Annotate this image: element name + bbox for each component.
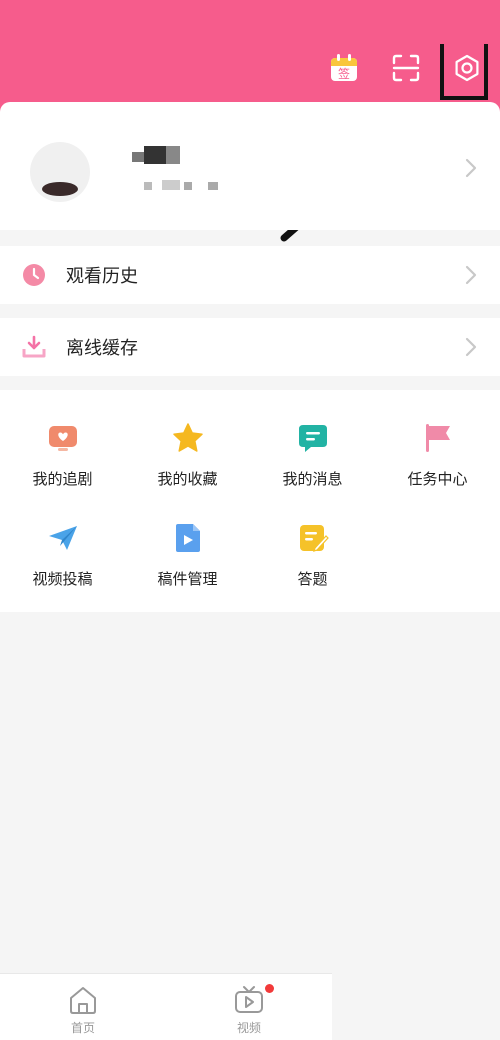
offline-cache-label: 离线缓存 [66,338,138,359]
scan-button[interactable] [390,52,422,84]
video-upload-label: 视频投稿 [32,570,93,588]
my-favorites-button[interactable]: 我的收藏 [125,392,250,488]
tab-video[interactable]: 视频 [166,974,332,1040]
tv-heart-icon [49,426,77,451]
message-icon [299,425,327,452]
my-messages-label: 我的消息 [282,470,343,488]
manuscript-management-label: 稿件管理 [157,570,218,588]
paper-plane-icon [49,526,77,550]
watch-history-row[interactable]: 观看历史 [0,246,500,304]
edit-note-icon [300,525,329,552]
chevron-right-icon [465,158,477,178]
home-icon [70,987,96,1014]
avatar[interactable] [30,142,90,202]
feature-grid: 我的追剧 我的收藏 我的消息 任务中心 视频投稿 稿件管理 答题 [0,390,500,612]
tab-home-label: 首页 [70,1021,95,1035]
flag-icon [426,424,450,452]
scan-icon [392,54,420,82]
video-file-icon [176,524,200,552]
tab-video-label: 视频 [236,1021,261,1035]
calendar-sign-in-icon: 签 [331,54,357,81]
video-upload-button[interactable]: 视频投稿 [0,492,125,588]
notification-badge [265,984,274,993]
manuscript-management-button[interactable]: 稿件管理 [125,492,250,588]
star-icon [173,423,203,452]
task-center-label: 任务中心 [407,470,468,488]
my-favorites-label: 我的收藏 [157,470,218,488]
my-series-button[interactable]: 我的追剧 [0,392,125,488]
watch-history-label: 观看历史 [66,266,138,287]
sign-in-button[interactable]: 签 [328,52,360,84]
download-icon [22,335,46,358]
tab-home[interactable]: 首页 [0,974,166,1040]
chevron-right-icon [465,265,477,285]
profile-card[interactable] [0,102,500,230]
my-series-label: 我的追剧 [32,470,93,488]
highlight-box [440,44,488,100]
sign-in-icon-text: 签 [338,66,350,81]
bottom-tab-bar: 首页 视频 [0,973,332,1040]
chevron-right-icon [465,337,477,357]
quiz-label: 答题 [297,570,328,588]
offline-cache-row[interactable]: 离线缓存 [0,318,500,376]
video-play-icon [235,986,263,1013]
my-messages-button[interactable]: 我的消息 [250,392,375,488]
quiz-button[interactable]: 答题 [250,492,375,588]
clock-icon [23,264,45,286]
task-center-button[interactable]: 任务中心 [375,392,500,488]
